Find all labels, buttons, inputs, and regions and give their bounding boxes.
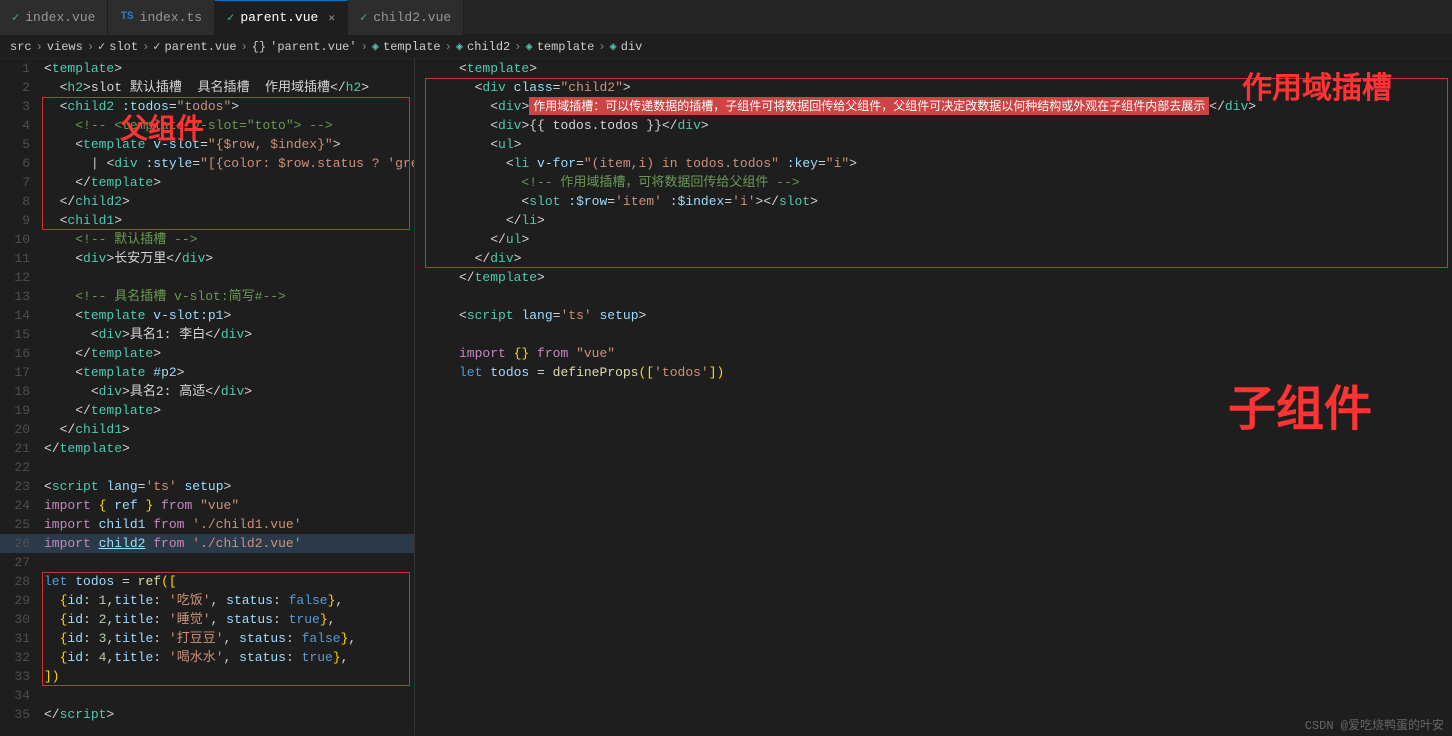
tab-index-ts[interactable]: TS index.ts [108,0,215,35]
right-editor-panel: 作用域插槽 子组件 <template> <div [415,59,1452,735]
tab-bar: ✓ index.vue TS index.ts ✓ parent.vue ✕ ✓… [0,0,1452,35]
code-line-17: 17 <template #p2> [0,363,414,382]
code-line-3: 3 <child2 :todos="todos"> [0,97,414,116]
code-line-21: 21 </template> [0,439,414,458]
code-line-30: 30 {id: 2,title: '睡觉', status: true}, [0,610,414,629]
code-line-28: 28 let todos = ref([ [0,572,414,591]
editor-area: 父组件 1 <template> 2 <h2>slot 默认插槽 具名插槽 作用… [0,59,1452,735]
right-line-blank [415,287,1452,306]
code-line-9: 9 <child1> [0,211,414,230]
code-line-14: 14 <template v-slot:p1> [0,306,414,325]
code-editor-left: 父组件 1 <template> 2 <h2>slot 默认插槽 具名插槽 作用… [0,59,414,724]
code-line-31: 31 {id: 3,title: '打豆豆', status: false}, [0,629,414,648]
tab-index-vue[interactable]: ✓ index.vue [0,0,108,35]
right-line-template-1: <template> [415,59,1452,78]
vue-icon: ✓ [227,10,234,25]
code-line-2: 2 <h2>slot 默认插槽 具名插槽 作用域插槽</h2> [0,78,414,97]
code-line-29: 29 {id: 1,title: '吃饭', status: false}, [0,591,414,610]
tab-label: index.vue [25,10,95,25]
breadcrumb: src › views › ✓ slot › ✓ parent.vue › {}… [0,35,1452,59]
right-line-li: <li v-for="(item,i) in todos.todos" :key… [415,154,1452,173]
code-line-4: 4 <!-- <template v-slot="toto"> --> [0,116,414,135]
tab-child2-vue[interactable]: ✓ child2.vue [348,0,464,35]
code-line-5: 5 <template v-slot="{$row, $index}"> [0,135,414,154]
ts-icon: TS [120,11,133,23]
right-line-let-todos: let todos = defineProps(['todos']) [415,363,1452,382]
tab-close-icon[interactable]: ✕ [328,11,335,25]
tab-label: child2.vue [373,10,451,25]
code-line-34: 34 [0,686,414,705]
tab-label: parent.vue [240,10,318,25]
tab-parent-vue[interactable]: ✓ parent.vue ✕ [215,0,348,35]
code-line-18: 18 <div>具名2: 高适</div> [0,382,414,401]
code-line-32: 32 {id: 4,title: '喝水水', status: true}, [0,648,414,667]
code-line-33: 33 ]) [0,667,414,686]
right-line-ul: <ul> [415,135,1452,154]
code-line-16: 16 </template> [0,344,414,363]
right-tooltip-line: <div>作用域插槽：可以传递数据的插槽，子组件可将数据回传给父组件，父组件可决… [415,97,1452,116]
watermark: CSDN @爱吃烧鸭蛋的叶安 [1305,716,1444,733]
code-line-27: 27 [0,553,414,572]
code-line-8: 8 </child2> [0,192,414,211]
right-line-slot: <slot :$row='item' :$index='i'></slot> [415,192,1452,211]
code-line-1: 1 <template> [0,59,414,78]
right-line-div-close: </div> [415,249,1452,268]
right-line-script: <script lang='ts' setup> [415,306,1452,325]
code-line-10: 10 <!-- 默认插槽 --> [0,230,414,249]
code-line-25: 25 import child1 from './child1.vue' [0,515,414,534]
right-line-blank2 [415,325,1452,344]
code-line-22: 22 [0,458,414,477]
vue-icon: ✓ [12,10,19,25]
right-line-cmt2: <!-- 作用域插槽，可将数据回传给父组件 --> [415,173,1452,192]
right-line-template-close: </template> [415,268,1452,287]
code-line-35: 35 </script> [0,705,414,724]
vue-icon: ✓ [360,10,367,25]
code-line-26: 26 import child2 from './child2.vue' [0,534,414,553]
right-line-todos: <div>{{ todos.todos }}</div> [415,116,1452,135]
code-line-15: 15 <div>具名1: 李白</div> [0,325,414,344]
code-line-11: 11 <div>长安万里</div> [0,249,414,268]
code-line-12: 12 [0,268,414,287]
code-line-6: 6 | <div :style="[{color: $row.status ? … [0,154,414,173]
code-line-23: 23 <script lang='ts' setup> [0,477,414,496]
right-line-li-close: </li> [415,211,1452,230]
tab-label: index.ts [140,10,202,25]
right-line-import: import {} from "vue" [415,344,1452,363]
code-line-20: 20 </child1> [0,420,414,439]
code-line-13: 13 <!-- 具名插槽 v-slot:简写#--> [0,287,414,306]
left-editor-panel: 父组件 1 <template> 2 <h2>slot 默认插槽 具名插槽 作用… [0,59,415,735]
code-editor-right: <template> <div class="child2"> [415,59,1452,382]
code-line-19: 19 </template> [0,401,414,420]
right-line-div-child2: <div class="child2"> [415,78,1452,97]
right-line-ul-close: </ul> [415,230,1452,249]
code-line-7: 7 </template> [0,173,414,192]
code-line-24: 24 import { ref } from "vue" [0,496,414,515]
